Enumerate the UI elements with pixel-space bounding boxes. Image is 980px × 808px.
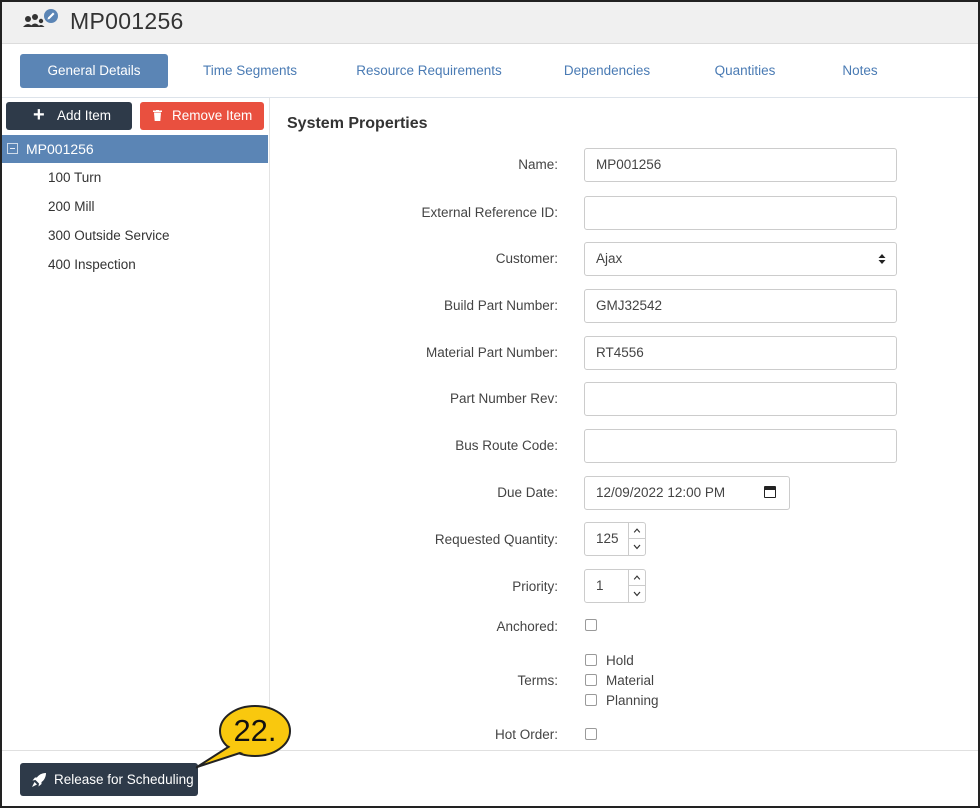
tree-item-400-inspection[interactable]: 400 Inspection: [48, 257, 136, 272]
chevron-up-icon[interactable]: [629, 570, 645, 586]
part-number-rev-field[interactable]: [584, 382, 897, 416]
tree-item-200-mill[interactable]: 200 Mill: [48, 199, 95, 214]
external-reference-label: External Reference ID:: [421, 205, 558, 220]
tab-bar: General Details Time Segments Resource R…: [2, 44, 978, 98]
release-for-scheduling-label: Release for Scheduling: [54, 772, 194, 787]
step-number-label: 22.: [233, 713, 277, 748]
customer-label: Customer:: [495, 251, 558, 266]
add-item-button[interactable]: + Add Item: [6, 102, 132, 130]
tree-root-item[interactable]: MP001256: [2, 135, 268, 163]
tab-general-details[interactable]: General Details: [20, 54, 168, 88]
requested-quantity-value: 125: [596, 531, 619, 546]
external-reference-field[interactable]: [584, 196, 897, 230]
terms-planning-label: Planning: [606, 693, 659, 708]
name-label: Name:: [518, 157, 558, 172]
tab-quantities[interactable]: Quantities: [700, 54, 790, 88]
bus-route-code-field[interactable]: [584, 429, 897, 463]
due-date-field[interactable]: 12/09/2022 12:00 PM: [584, 476, 790, 510]
trash-icon: [153, 110, 162, 121]
chevron-down-icon[interactable]: [629, 539, 645, 555]
quantity-spinner: [628, 523, 645, 555]
chevron-down-icon[interactable]: [629, 586, 645, 602]
requested-quantity-label: Requested Quantity:: [434, 532, 558, 547]
page-header: MP001256: [2, 2, 978, 44]
priority-value: 1: [596, 578, 604, 593]
terms-hold-label: Hold: [606, 653, 634, 668]
anchored-checkbox[interactable]: [585, 619, 597, 631]
users-edit-icon: [23, 9, 58, 27]
due-date-value: 12/09/2022 12:00 PM: [596, 485, 726, 500]
anchored-label: Anchored:: [496, 619, 558, 634]
item-tree-panel: + Add Item Remove Item MP001256 100 Turn…: [2, 98, 270, 750]
add-item-label: Add Item: [57, 108, 112, 123]
remove-item-label: Remove Item: [172, 108, 253, 123]
material-part-number-label: Material Part Number:: [425, 345, 558, 360]
priority-stepper[interactable]: 1: [584, 569, 646, 603]
collapse-icon[interactable]: [7, 143, 18, 154]
footer-bar: Release for Scheduling: [2, 750, 978, 806]
hot-order-checkbox[interactable]: [585, 728, 597, 740]
tree-item-300-outside-service[interactable]: 300 Outside Service: [48, 228, 170, 243]
bus-route-code-label: Bus Route Code:: [455, 438, 558, 453]
tab-time-segments[interactable]: Time Segments: [190, 54, 310, 88]
build-part-number-label: Build Part Number:: [443, 298, 558, 313]
part-number-rev-label: Part Number Rev:: [449, 391, 558, 406]
terms-hold-checkbox[interactable]: [585, 654, 597, 666]
tree-item-100-turn[interactable]: 100 Turn: [48, 170, 101, 185]
build-part-number-field[interactable]: GMJ32542: [584, 289, 897, 323]
tree-root-label: MP001256: [26, 141, 94, 157]
tab-resource-requirements[interactable]: Resource Requirements: [342, 54, 516, 88]
priority-label: Priority:: [512, 579, 558, 594]
page-title: MP001256: [70, 8, 184, 34]
customer-select[interactable]: Ajax: [584, 242, 897, 276]
section-title: System Properties: [287, 115, 428, 132]
tab-dependencies[interactable]: Dependencies: [550, 54, 664, 88]
release-for-scheduling-button[interactable]: Release for Scheduling: [20, 763, 198, 796]
requested-quantity-stepper[interactable]: 125: [584, 522, 646, 556]
name-field[interactable]: MP001256: [584, 148, 897, 182]
chevron-up-icon[interactable]: [629, 523, 645, 539]
hot-order-label: Hot Order:: [494, 727, 558, 742]
customer-value: Ajax: [596, 251, 623, 266]
terms-material-checkbox[interactable]: [585, 674, 597, 686]
due-date-label: Due Date:: [497, 485, 558, 500]
tab-notes[interactable]: Notes: [826, 54, 894, 88]
material-part-number-field[interactable]: RT4556: [584, 336, 897, 370]
plus-icon: +: [33, 104, 45, 126]
terms-planning-checkbox[interactable]: [585, 694, 597, 706]
rocket-icon: [32, 773, 46, 787]
priority-spinner: [628, 570, 645, 602]
calendar-icon[interactable]: [764, 486, 776, 498]
remove-item-button[interactable]: Remove Item: [140, 102, 264, 130]
terms-material-label: Material: [606, 673, 655, 688]
terms-label: Terms:: [517, 673, 559, 688]
select-arrows-icon: [878, 254, 886, 264]
